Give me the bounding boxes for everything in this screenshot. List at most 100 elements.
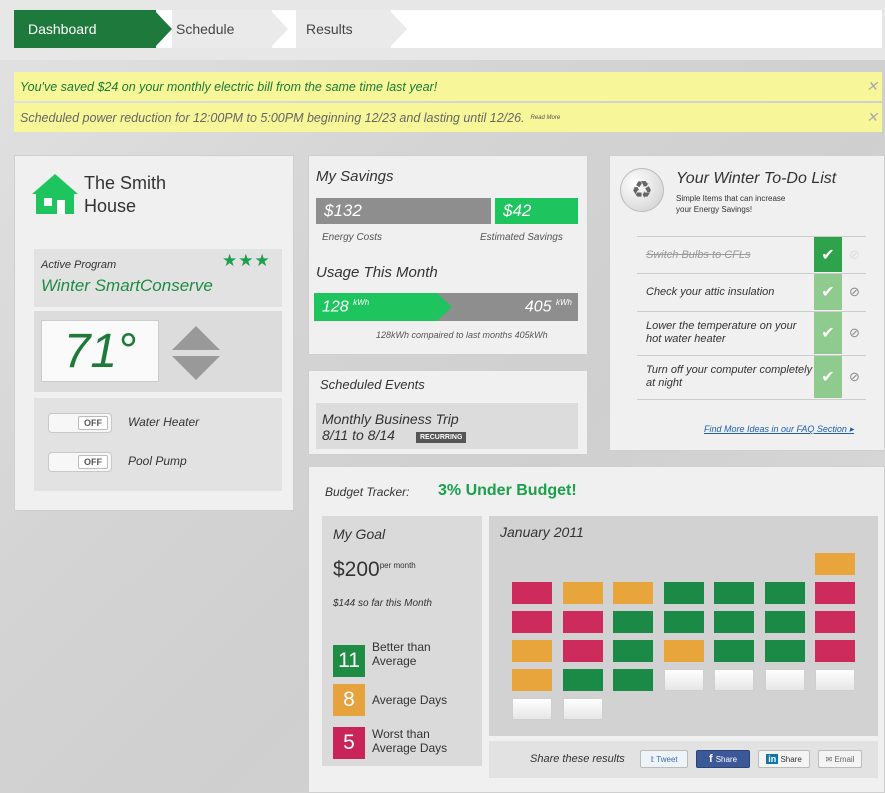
calendar-day-blank[interactable] [765,669,805,691]
usage-unit: kWh [353,298,370,307]
calendar-day-blank[interactable] [714,669,754,691]
linkedin-share-button[interactable]: in Share [758,750,810,768]
estimated-savings-label: Estimated Savings [480,232,563,243]
calendar-day-better[interactable] [765,582,805,604]
reduction-alert-text: Scheduled power reduction for 12:00PM to… [20,110,525,125]
calendar-day-blank[interactable] [815,669,855,691]
email-label: Email [834,754,855,764]
todo-title: Your Winter To-Do List [676,170,837,187]
house-icon [32,174,78,214]
cancel-icon[interactable]: ⊘ [843,237,866,272]
usage-caption: 128kWh compaired to last months 405kWh [376,330,548,340]
average-days-label: Average Days [372,693,448,707]
savings-alert-text: You've saved $24 on your monthly electri… [20,79,438,94]
read-more-link[interactable]: Read More [531,115,561,121]
tab-dashboard-arrow [154,10,172,48]
calendar-day-better[interactable] [714,582,754,604]
calendar-day-avg[interactable] [512,640,552,662]
usage-current: 128 kWh [322,298,369,316]
calendar-day-better[interactable] [613,640,653,662]
better-days-count: 11 [333,645,365,677]
usage-bar-arrow [437,293,452,321]
close-icon[interactable]: ✕ [866,109,878,126]
recycle-icon: ♻ [620,168,664,212]
check-icon[interactable]: ✔ [814,237,842,272]
calendar-day-worst[interactable] [512,611,552,633]
todo-item-text: Check your attic insulation [646,285,775,298]
toggle-state: OFF [78,416,108,430]
water-heater-toggle[interactable]: OFF [48,413,112,433]
savings-title: My Savings [316,168,394,185]
goal-title: My Goal [333,526,386,542]
pool-pump-toggle[interactable]: OFF [48,452,112,472]
active-program-label: Active Program [41,259,117,271]
calendar-day-blank[interactable] [512,698,552,720]
tab-results[interactable]: Results [296,10,391,48]
calendar-day-blank[interactable] [563,698,603,720]
calendar-day-worst[interactable] [815,640,855,662]
calendar-day-avg[interactable] [563,582,603,604]
check-icon[interactable]: ✔ [814,274,842,310]
calendar-day-worst[interactable] [563,640,603,662]
todo-item-text: Switch Bulbs to CFLs [646,248,751,261]
facebook-icon: f [708,753,716,765]
cancel-icon[interactable]: ⊘ [843,356,866,398]
calendar-day-better[interactable] [613,669,653,691]
tab-dashboard[interactable]: Dashboard [14,10,156,48]
calendar-day-better[interactable] [765,611,805,633]
house-name-line1: The Smith [84,173,167,193]
event-name: Monthly Business Trip [322,411,459,427]
events-title: Scheduled Events [320,377,425,392]
check-icon[interactable]: ✔ [814,312,842,354]
facebook-share-button[interactable]: f Share [696,750,750,768]
calendar-day-avg[interactable] [664,640,704,662]
calendar-day-worst[interactable] [815,582,855,604]
calendar-day-blank[interactable] [664,669,704,691]
calendar-day-worst[interactable] [512,582,552,604]
todo-subtitle: Simple Items that can increase your Ener… [676,193,785,215]
calendar-title: January 2011 [500,524,584,540]
share-label: Share these results [530,753,625,765]
tab-schedule-arrow [270,10,288,48]
calendar-day-avg[interactable] [512,669,552,691]
faq-link[interactable]: Find More Ideas in our FAQ Section ▸ [704,424,854,435]
close-icon[interactable]: ✕ [866,78,878,95]
toggle-state: OFF [78,455,108,469]
goal-amount: $200per month [333,558,416,582]
usage-last: 405 kWh [500,298,572,316]
cancel-icon[interactable]: ⊘ [843,312,866,354]
calendar-day-better[interactable] [714,640,754,662]
budget-status: 3% Under Budget! [438,482,577,499]
tweet-button[interactable]: 𝕥 Tweet [640,750,688,768]
goal-unit: per month [379,561,416,570]
temperature-up-button[interactable] [172,326,220,350]
calendar-day-better[interactable] [714,611,754,633]
todo-item-text: Turn off your computer completely at nig… [646,364,813,389]
calendar-day-worst[interactable] [815,611,855,633]
cancel-icon[interactable]: ⊘ [843,274,866,310]
temperature-down-button[interactable] [172,356,220,380]
calendar-day-avg[interactable] [815,553,855,575]
calendar-day-better[interactable] [563,669,603,691]
program-name: Winter SmartConserve [41,276,213,295]
calendar-day-avg[interactable] [613,582,653,604]
goal-so-far: $144 so far this Month [333,598,432,609]
calendar-day-better[interactable] [613,611,653,633]
facebook-share-label: Share [715,754,738,764]
pool-pump-label: Pool Pump [128,454,187,468]
recurring-badge: RECURRING [416,432,467,443]
check-icon[interactable]: ✔ [814,356,842,398]
calendar-day-worst[interactable] [563,611,603,633]
tab-results-arrow [389,10,407,48]
house-name-line2: House [84,196,137,216]
budget-tracker-label: Budget Tracker: [325,485,410,499]
email-button[interactable]: ✉ Email [818,750,862,768]
tweet-label: Tweet [656,754,678,764]
calendar-day-better[interactable] [664,611,704,633]
calendar-day-better[interactable] [664,582,704,604]
tab-schedule[interactable]: Schedule [172,10,272,48]
calendar-day-better[interactable] [765,640,805,662]
todo-subtitle-line1: Simple Items that can increase [676,194,786,203]
house-name: The Smith House [84,172,166,218]
device-toggles-box [34,398,282,491]
